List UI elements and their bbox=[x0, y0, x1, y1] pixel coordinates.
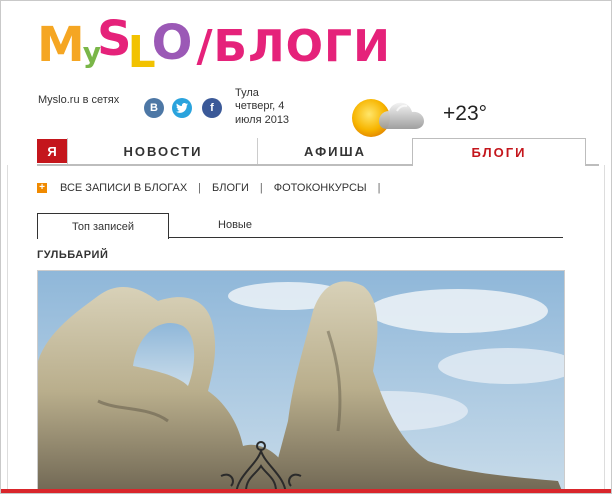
logo-letter: S bbox=[97, 11, 132, 67]
logo-section-title: /БЛОГИ bbox=[196, 21, 391, 72]
page: M y S L O /БЛОГИ Myslo.ru в сетях В f Ту… bbox=[0, 0, 612, 494]
nav-item-blogs[interactable]: БЛОГИ bbox=[412, 138, 586, 166]
post-image[interactable] bbox=[37, 270, 565, 493]
social-label: Myslo.ru в сетях bbox=[38, 94, 120, 106]
subnav-photo-contests[interactable]: ФОТОКОНКУРСЫ bbox=[274, 182, 367, 194]
city-link[interactable]: Тула bbox=[235, 87, 259, 99]
blog-subnav: + ВСЕ ЗАПИСИ В БЛОГАХ | БЛОГИ | ФОТОКОНК… bbox=[37, 182, 392, 194]
vk-icon[interactable]: В bbox=[144, 98, 164, 118]
facebook-icon[interactable]: f bbox=[202, 98, 222, 118]
current-date: четверг, 4 июля 2013 bbox=[235, 100, 290, 126]
temperature: +23° bbox=[443, 102, 488, 125]
logo-letter: M bbox=[37, 17, 85, 73]
logo-wordmark: M y S L O bbox=[37, 15, 193, 75]
nav-home-button[interactable]: Я bbox=[37, 139, 67, 163]
partly-cloudy-icon bbox=[349, 91, 439, 139]
logo-letter: O bbox=[151, 15, 193, 71]
tab-new-posts[interactable]: Новые bbox=[187, 213, 283, 237]
post-title[interactable]: ГУЛЬБАРИЙ bbox=[37, 249, 108, 261]
tab-top-posts[interactable]: Топ записей bbox=[37, 213, 169, 239]
separator: | bbox=[259, 182, 263, 194]
nav-item-afisha[interactable]: АФИША bbox=[257, 138, 412, 164]
subnav-blogs[interactable]: БЛОГИ bbox=[212, 182, 249, 194]
subnav-all-posts[interactable]: ВСЕ ЗАПИСИ В БЛОГАХ bbox=[60, 182, 187, 194]
main-nav: Я НОВОСТИ АФИША БЛОГИ bbox=[37, 138, 599, 166]
plus-icon[interactable]: + bbox=[37, 183, 47, 193]
post-tabs: Топ записей Новые bbox=[37, 213, 563, 239]
bottom-red-bar bbox=[1, 489, 611, 493]
separator: | bbox=[377, 182, 381, 194]
site-logo[interactable]: M y S L O /БЛОГИ bbox=[37, 13, 391, 75]
nav-item-news[interactable]: НОВОСТИ bbox=[67, 138, 258, 164]
twitter-icon[interactable] bbox=[172, 98, 192, 118]
separator: | bbox=[198, 182, 202, 194]
